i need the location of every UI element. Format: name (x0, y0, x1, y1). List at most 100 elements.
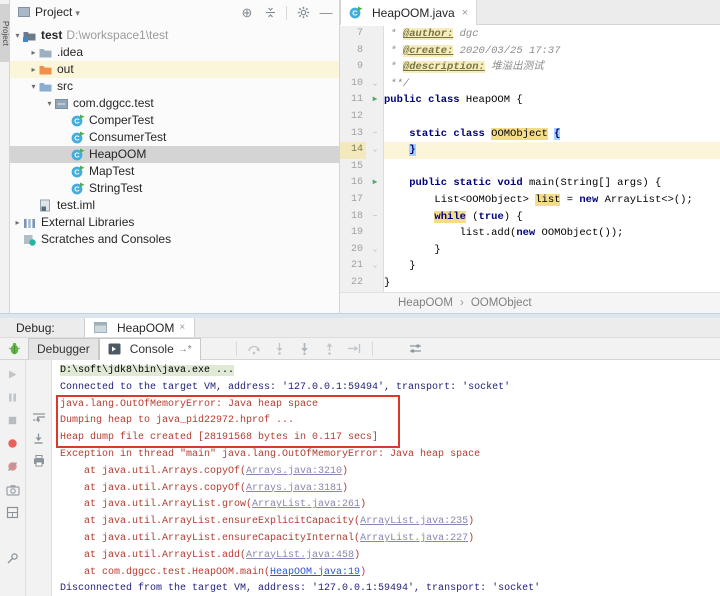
tree-item-external-libraries[interactable]: ▸External Libraries (10, 214, 339, 231)
soft-wrap-icon[interactable] (31, 409, 47, 424)
console-text: Connected to the target VM, address: '12… (60, 382, 510, 393)
code-line[interactable]: 19 list.add(new OOMObject()); (340, 225, 720, 242)
scroll-to-end-icon[interactable] (31, 431, 47, 446)
code-line[interactable]: 12 (340, 109, 720, 126)
chevron-down-icon[interactable]: ▾ (44, 95, 55, 112)
run-gutter-icon[interactable]: ▶ (366, 92, 384, 109)
line-number: 19 (340, 225, 366, 242)
stack-trace-link[interactable]: Arrays.java:3210 (246, 466, 342, 477)
tree-item-maptest[interactable]: CMapTest (10, 163, 339, 180)
resume-icon[interactable] (5, 367, 21, 382)
stack-trace-link[interactable]: Arrays.java:3181 (246, 483, 342, 494)
code-line[interactable]: 9 * @description: 堆溢出测试 (340, 59, 720, 76)
step-into-icon[interactable] (272, 341, 287, 356)
project-stripe-tab[interactable]: Project (0, 4, 10, 62)
code-line[interactable]: 10⌄ **/ (340, 76, 720, 93)
debug-title: Debug: (0, 318, 62, 337)
chevron-down-icon[interactable]: ▾ (12, 27, 23, 44)
evaluate-expression-icon[interactable] (383, 341, 398, 356)
code-line[interactable]: 20⌄ } (340, 242, 720, 259)
code-line[interactable]: 7 * @author: dgc (340, 26, 720, 43)
thread-dump-icon[interactable] (5, 482, 21, 497)
code-line[interactable]: 22} (340, 275, 720, 292)
code-area[interactable]: 7 * @author: dgc8 * @create: 2020/03/25 … (340, 26, 720, 292)
pause-icon[interactable] (5, 390, 21, 405)
stack-trace-link[interactable]: ArrayList.java:261 (252, 499, 360, 510)
svg-text:C: C (74, 151, 80, 160)
code-line[interactable]: 16▶ public static void main(String[] arg… (340, 175, 720, 192)
tree-item--idea[interactable]: ▸.idea (10, 44, 339, 61)
fold-marker-icon[interactable]: ⌄ (366, 76, 384, 93)
fold-marker-icon[interactable]: ⌄ (366, 258, 384, 275)
tree-item-scratches-and-consoles[interactable]: Scratches and Consoles (10, 231, 339, 248)
chevron-right-icon[interactable]: ▸ (12, 214, 23, 231)
chevron-right-icon[interactable]: ▸ (28, 44, 39, 61)
code-line[interactable]: 15 (340, 159, 720, 176)
stack-trace-link[interactable]: ArrayList.java:227 (360, 533, 468, 544)
gutter-spacer (366, 26, 384, 43)
fold-marker-icon[interactable]: − (366, 209, 384, 226)
tree-item-stringtest[interactable]: CStringTest (10, 180, 339, 197)
tab-console[interactable]: Console →* (99, 338, 201, 360)
step-over-icon[interactable] (247, 341, 262, 356)
down-stack-icon[interactable] (31, 387, 47, 402)
console-output[interactable]: D:\soft\jdk8\bin\java.exe ...Connected t… (52, 360, 720, 596)
run-to-cursor-icon[interactable] (347, 341, 362, 356)
project-title[interactable]: Project (35, 5, 72, 19)
mute-breakpoints-icon[interactable] (5, 459, 21, 474)
stack-trace-link[interactable]: ArrayList.java:458 (246, 550, 354, 561)
tab-debugger[interactable]: Debugger (28, 338, 99, 360)
fold-marker-icon[interactable]: − (366, 126, 384, 143)
tree-item-test-iml[interactable]: test.iml (10, 197, 339, 214)
code-line[interactable]: 13− static class OOMObject { (340, 126, 720, 143)
run-gutter-icon[interactable]: ▶ (366, 175, 384, 192)
console-text: at java.util.ArrayList.ensureCapacityInt… (60, 533, 360, 544)
tree-item-label: StringTest (89, 180, 142, 197)
tree-item-heapoom[interactable]: CHeapOOM (10, 146, 339, 163)
fold-marker-icon[interactable]: ⌄ (366, 242, 384, 259)
hamburger-menu-icon[interactable] (211, 341, 226, 356)
stack-trace-link[interactable]: HeapOOM.java:19 (270, 567, 360, 578)
code-line[interactable]: 18− while (true) { (340, 209, 720, 226)
svg-text:C: C (352, 9, 358, 18)
pin-icon[interactable] (5, 551, 21, 566)
chevron-down-icon[interactable]: ▾ (75, 8, 80, 18)
restore-layout-icon[interactable] (5, 505, 21, 520)
view-breakpoints-icon[interactable] (5, 436, 21, 451)
code-line[interactable]: 21⌄ } (340, 258, 720, 275)
minus-icon[interactable]: — (319, 6, 333, 20)
close-icon[interactable]: × (462, 7, 468, 19)
breadcrumb-item[interactable]: OOMObject (471, 297, 532, 309)
close-icon[interactable]: × (179, 322, 185, 333)
code-line[interactable]: 8 * @create: 2020/03/25 17:37 (340, 43, 720, 60)
chevron-right-icon[interactable]: ▸ (28, 61, 39, 78)
step-out-icon[interactable] (322, 341, 337, 356)
tree-item-compertest[interactable]: CComperTest (10, 112, 339, 129)
fold-marker-icon[interactable]: ⌄ (366, 142, 384, 159)
settings-gear-icon[interactable] (5, 528, 21, 543)
force-step-into-icon[interactable] (297, 341, 312, 356)
stack-trace-link[interactable]: ArrayList.java:235 (360, 516, 468, 527)
editor-tab-heapoom[interactable]: C HeapOOM.java × (340, 0, 477, 25)
clear-all-icon[interactable] (31, 475, 47, 490)
tree-item-test[interactable]: ▾test D:\workspace1\test (10, 27, 339, 44)
tree-item-src[interactable]: ▾src (10, 78, 339, 95)
tree-item-consumertest[interactable]: CConsumerTest (10, 129, 339, 146)
locate-icon[interactable]: ⊕ (240, 6, 254, 20)
code-line[interactable]: 14⌄ } (340, 142, 720, 159)
breadcrumb[interactable]: HeapOOM›OOMObject (340, 292, 720, 313)
collapse-all-icon[interactable] (263, 6, 277, 20)
tree-item-com-dggcc-test[interactable]: ▾com.dggcc.test (10, 95, 339, 112)
code-line[interactable]: 17 List<OOMObject> list = new ArrayList<… (340, 192, 720, 209)
up-stack-icon[interactable] (31, 365, 47, 380)
gear-icon[interactable] (296, 6, 310, 20)
stop-icon[interactable] (5, 413, 21, 428)
chevron-down-icon[interactable]: ▾ (28, 78, 39, 95)
trace-settings-icon[interactable] (408, 341, 423, 356)
breadcrumb-item[interactable]: HeapOOM (398, 297, 453, 309)
print-icon[interactable] (31, 453, 47, 468)
project-tree[interactable]: ▾test D:\workspace1\test▸.idea▸out▾src▾c… (10, 27, 339, 248)
tree-item-out[interactable]: ▸out (10, 61, 339, 78)
code-line[interactable]: 11▶public class HeapOOM { (340, 92, 720, 109)
debug-session-tab[interactable]: HeapOOM × (84, 318, 195, 337)
